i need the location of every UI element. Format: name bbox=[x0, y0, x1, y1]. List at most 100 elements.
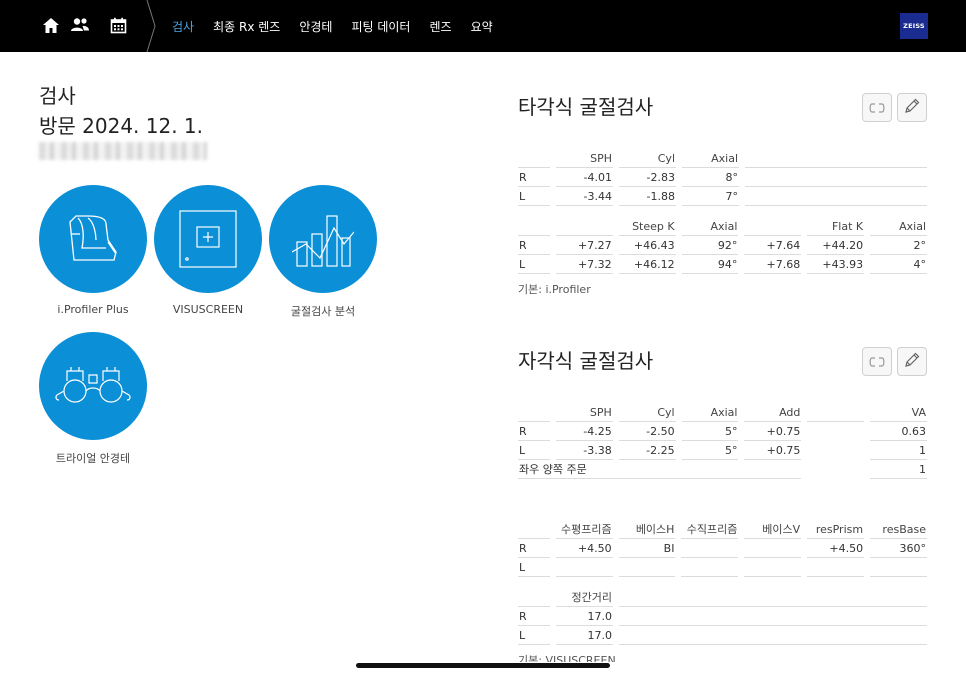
axial-value: 5° bbox=[681, 441, 739, 460]
sph-value: -4.01 bbox=[556, 168, 613, 187]
tab-exam[interactable]: 검사 bbox=[172, 18, 194, 35]
column-header bbox=[619, 588, 927, 607]
subjective-source-note: 기본: VISUSCREEN bbox=[518, 654, 616, 662]
base-v-value bbox=[744, 558, 802, 577]
res-base-value bbox=[870, 558, 927, 577]
blurred-customer-name bbox=[39, 142, 207, 160]
axial-value: 7° bbox=[682, 187, 739, 206]
axial-value: 5° bbox=[681, 422, 739, 441]
column-header bbox=[807, 403, 865, 422]
chart-icon bbox=[269, 185, 377, 293]
column-header: Flat K bbox=[807, 217, 865, 236]
subjective-link-button[interactable] bbox=[862, 347, 892, 376]
column-header: resBase bbox=[870, 520, 927, 539]
cyl-value: -2.83 bbox=[619, 168, 676, 187]
tile-label: 굴절검사 분석 bbox=[290, 305, 356, 318]
column-header bbox=[518, 217, 550, 236]
va-value: 1 bbox=[870, 441, 927, 460]
sph-value: -3.38 bbox=[555, 441, 613, 460]
eye-label: L bbox=[518, 626, 550, 645]
steep-radius-value: +7.27 bbox=[555, 236, 613, 255]
trial-frame-icon bbox=[39, 332, 147, 440]
iprofiler-icon bbox=[39, 185, 147, 293]
nav-tabs: 검사 최종 Rx 렌즈 안경테 피팅 데이터 렌즈 요약 bbox=[172, 0, 512, 52]
steep-radius-value: +7.32 bbox=[555, 255, 613, 274]
tab-lens[interactable]: 렌즈 bbox=[429, 18, 451, 35]
base-h-value: BI bbox=[618, 539, 676, 558]
table-row: L 17.0 bbox=[518, 626, 927, 645]
tab-fitting-data[interactable]: 피팅 데이터 bbox=[351, 18, 410, 35]
horizontal-prism-value: +4.50 bbox=[555, 539, 613, 558]
va-value: 0.63 bbox=[870, 422, 927, 441]
table-row: L bbox=[518, 558, 927, 577]
objective-link-button[interactable] bbox=[862, 93, 892, 122]
tile-trial-frame[interactable]: 트라이얼 안경테 bbox=[38, 332, 148, 466]
table-row: R 17.0 bbox=[518, 607, 927, 626]
add-value: +0.75 bbox=[744, 441, 802, 460]
eye-label: L bbox=[518, 255, 550, 274]
home-indicator-bar[interactable] bbox=[356, 663, 610, 668]
top-nav-bar: 검사 최종 Rx 렌즈 안경테 피팅 데이터 렌즈 요약 ZEISS bbox=[0, 0, 966, 53]
cyl-value: -2.25 bbox=[618, 441, 676, 460]
column-header: Axial bbox=[681, 217, 739, 236]
zeiss-logo: ZEISS bbox=[900, 13, 928, 39]
column-header bbox=[518, 403, 550, 422]
column-header: 수평프리즘 bbox=[555, 520, 613, 539]
base-v-value bbox=[744, 539, 802, 558]
calendar-icon[interactable] bbox=[107, 14, 129, 36]
eye-label: R bbox=[518, 236, 550, 255]
tab-frame[interactable]: 안경테 bbox=[299, 18, 332, 35]
tab-summary[interactable]: 요약 bbox=[471, 18, 493, 35]
eye-label: L bbox=[518, 558, 550, 577]
column-header: Cyl bbox=[619, 149, 676, 168]
flat-radius-value: +7.68 bbox=[744, 255, 802, 274]
tab-final-rx-lens[interactable]: 최종 Rx 렌즈 bbox=[213, 18, 280, 35]
vertical-prism-value bbox=[681, 539, 739, 558]
eye-label: L bbox=[518, 187, 550, 206]
table-row: L +7.32 +46.12 94° +7.68 +43.93 4° bbox=[518, 255, 927, 274]
pencil-icon bbox=[904, 98, 920, 118]
column-header: 베이스H bbox=[618, 520, 676, 539]
steep-axial-value: 94° bbox=[681, 255, 739, 274]
table-row: R -4.25 -2.50 5° +0.75 0.63 bbox=[518, 422, 927, 441]
tile-visuscreen[interactable]: VISUSCREEN bbox=[153, 185, 263, 316]
subjective-table-prism: 수평프리즘 베이스H 수직프리즘 베이스V resPrism resBase R… bbox=[512, 520, 933, 577]
vertex-distance-value: 17.0 bbox=[556, 607, 613, 626]
column-header bbox=[518, 588, 550, 607]
vertex-distance-value: 17.0 bbox=[556, 626, 613, 645]
binocular-va-value: 1 bbox=[870, 460, 927, 479]
tile-iprofiler[interactable]: i.Profiler Plus bbox=[38, 185, 148, 316]
column-header: 수직프리즘 bbox=[681, 520, 739, 539]
empty-cell bbox=[807, 441, 864, 460]
objective-source-note: 기본: i.Profiler bbox=[518, 283, 591, 296]
column-header bbox=[555, 217, 613, 236]
eye-label: R bbox=[518, 607, 550, 626]
users-icon[interactable] bbox=[69, 14, 91, 36]
objective-edit-button[interactable] bbox=[897, 93, 927, 122]
column-header: 정간거리 bbox=[556, 588, 613, 607]
empty-cell bbox=[807, 422, 864, 441]
column-header bbox=[745, 149, 927, 168]
add-value: +0.75 bbox=[744, 422, 802, 441]
column-header: resPrism bbox=[807, 520, 865, 539]
subjective-table-sph: SPH Cyl Axial Add VA R -4.25 -2.50 5° +0… bbox=[512, 403, 933, 479]
empty-cell bbox=[619, 607, 927, 626]
subjective-table-vertex-distance: 정간거리 R 17.0 L 17.0 bbox=[512, 588, 933, 645]
tile-refraction-analysis[interactable]: 굴절검사 분석 bbox=[268, 185, 378, 319]
table-row: R +7.27 +46.43 92° +7.64 +44.20 2° bbox=[518, 236, 927, 255]
steep-k-value: +46.12 bbox=[618, 255, 676, 274]
column-header: Axial bbox=[682, 149, 739, 168]
empty-cell bbox=[619, 626, 927, 645]
tile-label: 트라이얼 안경테 bbox=[55, 452, 131, 465]
subjective-edit-button[interactable] bbox=[897, 347, 927, 376]
steep-axial-value: 92° bbox=[681, 236, 739, 255]
column-header: 베이스V bbox=[744, 520, 802, 539]
column-header: SPH bbox=[556, 149, 613, 168]
cyl-value: -2.50 bbox=[618, 422, 676, 441]
flat-k-value: +43.93 bbox=[807, 255, 865, 274]
empty-cell bbox=[745, 187, 927, 206]
home-icon[interactable] bbox=[40, 14, 62, 36]
res-base-value: 360° bbox=[870, 539, 927, 558]
column-header: SPH bbox=[555, 403, 613, 422]
sph-value: -4.25 bbox=[555, 422, 613, 441]
